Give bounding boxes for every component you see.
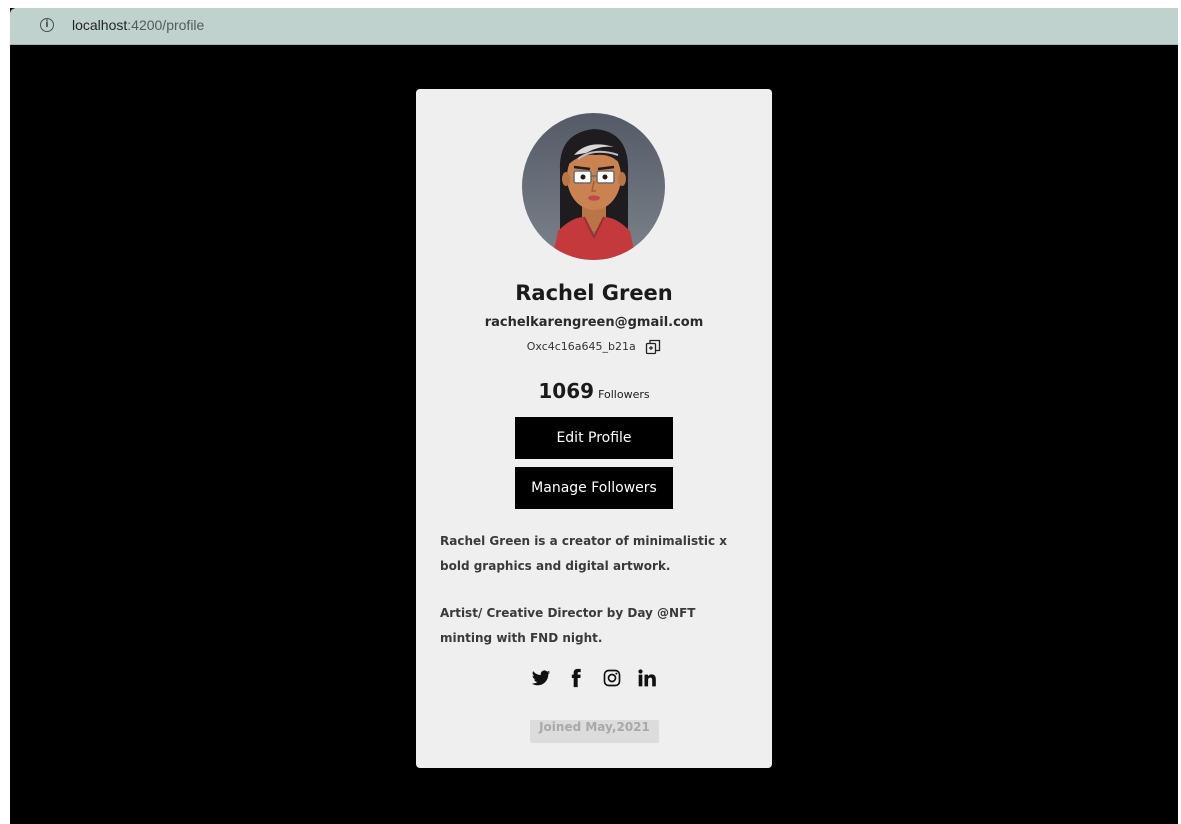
profile-bio: Rachel Green is a creator of minimalisti… [440, 529, 740, 673]
url-host: localhost [72, 17, 128, 33]
url-path: :4200/profile [127, 17, 205, 33]
copy-icon[interactable] [645, 339, 661, 355]
profile-name: Rachel Green [515, 281, 673, 305]
avatar [522, 113, 665, 260]
edit-profile-button[interactable]: Edit Profile [515, 417, 673, 459]
social-links [416, 667, 772, 688]
wallet-address-text: Oxc4c16a645_b21a [526, 340, 636, 353]
profile-card: Rachel Green rachelkarengreen@gmail.com … [416, 89, 772, 768]
followers-label: Followers [598, 388, 650, 401]
url-text[interactable]: localhost:4200/profile [72, 17, 204, 33]
twitter-icon[interactable] [531, 668, 551, 688]
joined-badge: Joined May,2021 [530, 720, 659, 743]
facebook-icon[interactable] [566, 668, 586, 688]
bio-paragraph: Rachel Green is a creator of minimalisti… [440, 534, 728, 573]
profile-email: rachelkarengreen@gmail.com [484, 315, 704, 330]
manage-followers-button[interactable]: Manage Followers [515, 467, 673, 509]
address-bar[interactable]: i localhost:4200/profile [10, 8, 1178, 45]
followers-stat: 1069 Followers [416, 379, 772, 403]
followers-count: 1069 [538, 379, 595, 403]
wallet-address: Oxc4c16a645_b21a [416, 339, 772, 355]
linkedin-icon[interactable] [637, 668, 657, 688]
bio-paragraph: Artist/ Creative Director by Day @NFT mi… [440, 606, 696, 645]
instagram-icon[interactable] [602, 668, 622, 688]
info-icon[interactable]: i [40, 18, 54, 32]
